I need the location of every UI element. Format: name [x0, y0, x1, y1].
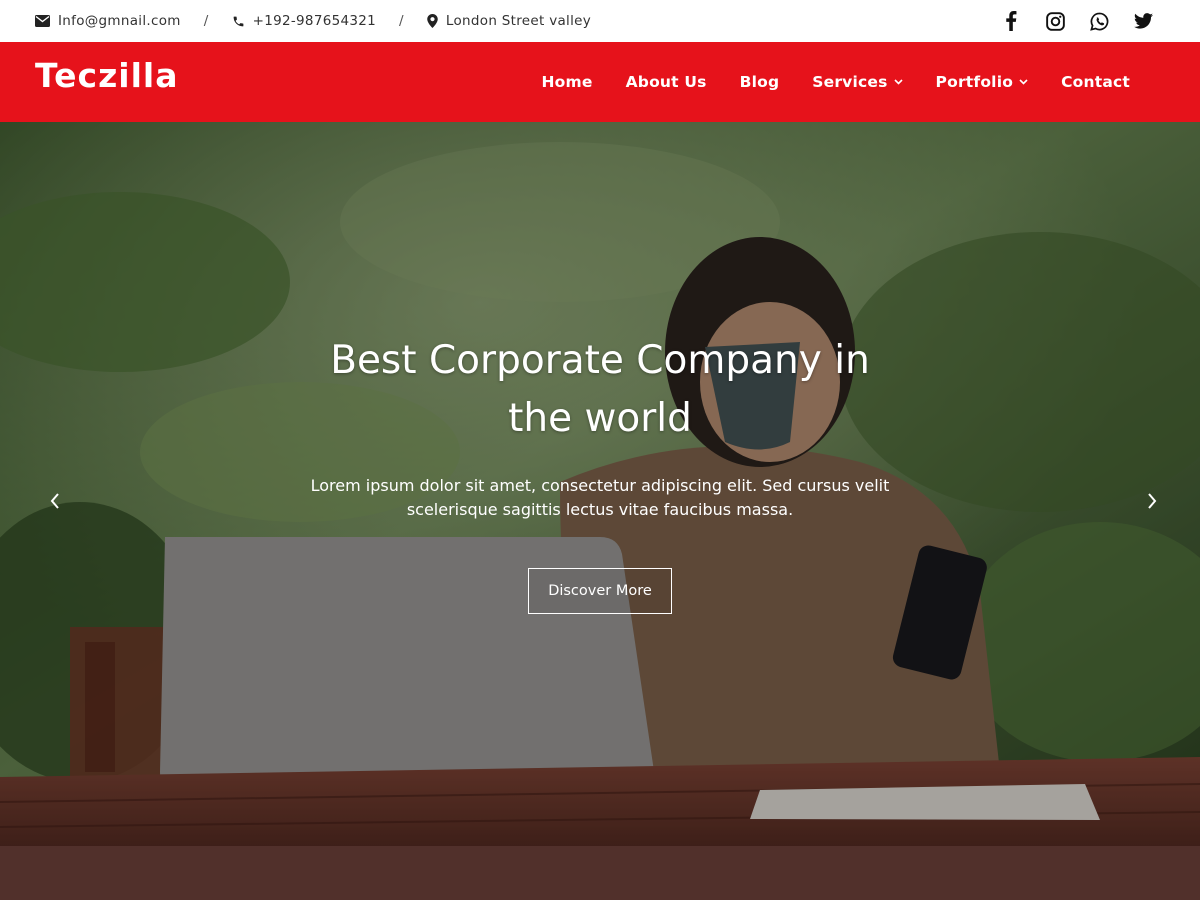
main-menu: Home About Us Blog Services Portfolio Co… — [509, 73, 1131, 91]
nav-label: Home — [541, 73, 593, 91]
facebook-icon[interactable] — [989, 6, 1033, 36]
chevron-down-icon — [1019, 79, 1028, 85]
nav-item-blog[interactable]: Blog — [740, 73, 780, 91]
top-bar: Info@gmnail.com / +192-987654321 / Londo… — [0, 0, 1200, 42]
whatsapp-icon[interactable] — [1077, 6, 1121, 36]
contact-info: Info@gmnail.com / +192-987654321 / Londo… — [35, 13, 591, 29]
nav-label: Contact — [1061, 73, 1130, 91]
nav-label: Blog — [739, 73, 780, 91]
nav-item-about-us[interactable]: About Us — [626, 73, 707, 91]
email-item[interactable]: Info@gmnail.com — [35, 13, 181, 29]
instagram-icon[interactable] — [1033, 6, 1077, 36]
social-links — [989, 6, 1165, 36]
section-band — [0, 846, 1200, 900]
phone-text: +192-987654321 — [252, 13, 377, 29]
nav-item-home[interactable]: Home — [542, 73, 593, 91]
site-logo[interactable]: Teczilla — [35, 56, 178, 95]
separator: / — [203, 13, 209, 29]
discover-more-button[interactable]: Discover More — [528, 568, 672, 614]
hero-slider: Best Corporate Company in the world Lore… — [0, 122, 1200, 846]
separator: / — [399, 13, 404, 29]
address-text: London Street valley — [445, 13, 592, 29]
phone-item[interactable]: +192-987654321 — [232, 13, 376, 29]
email-text: Info@gmnail.com — [58, 13, 181, 29]
hero-content: Best Corporate Company in the world Lore… — [0, 332, 1200, 614]
nav-label: Services — [812, 73, 888, 91]
nav-label: Portfolio — [935, 73, 1014, 91]
twitter-icon[interactable] — [1121, 6, 1165, 36]
nav-item-contact[interactable]: Contact — [1061, 73, 1130, 91]
nav-item-services[interactable]: Services — [812, 73, 903, 91]
hero-title: Best Corporate Company in the world — [330, 338, 870, 441]
address-item: London Street valley — [427, 13, 591, 29]
envelope-icon — [35, 15, 50, 27]
nav-item-portfolio[interactable]: Portfolio — [936, 73, 1029, 91]
main-navbar: Teczilla Home About Us Blog Services Por… — [0, 42, 1200, 122]
phone-icon — [233, 16, 243, 26]
map-pin-icon — [427, 14, 438, 28]
hero-description: Lorem ipsum dolor sit amet, consectetur … — [310, 476, 890, 519]
chevron-down-icon — [893, 79, 903, 85]
nav-label: About Us — [625, 73, 707, 91]
